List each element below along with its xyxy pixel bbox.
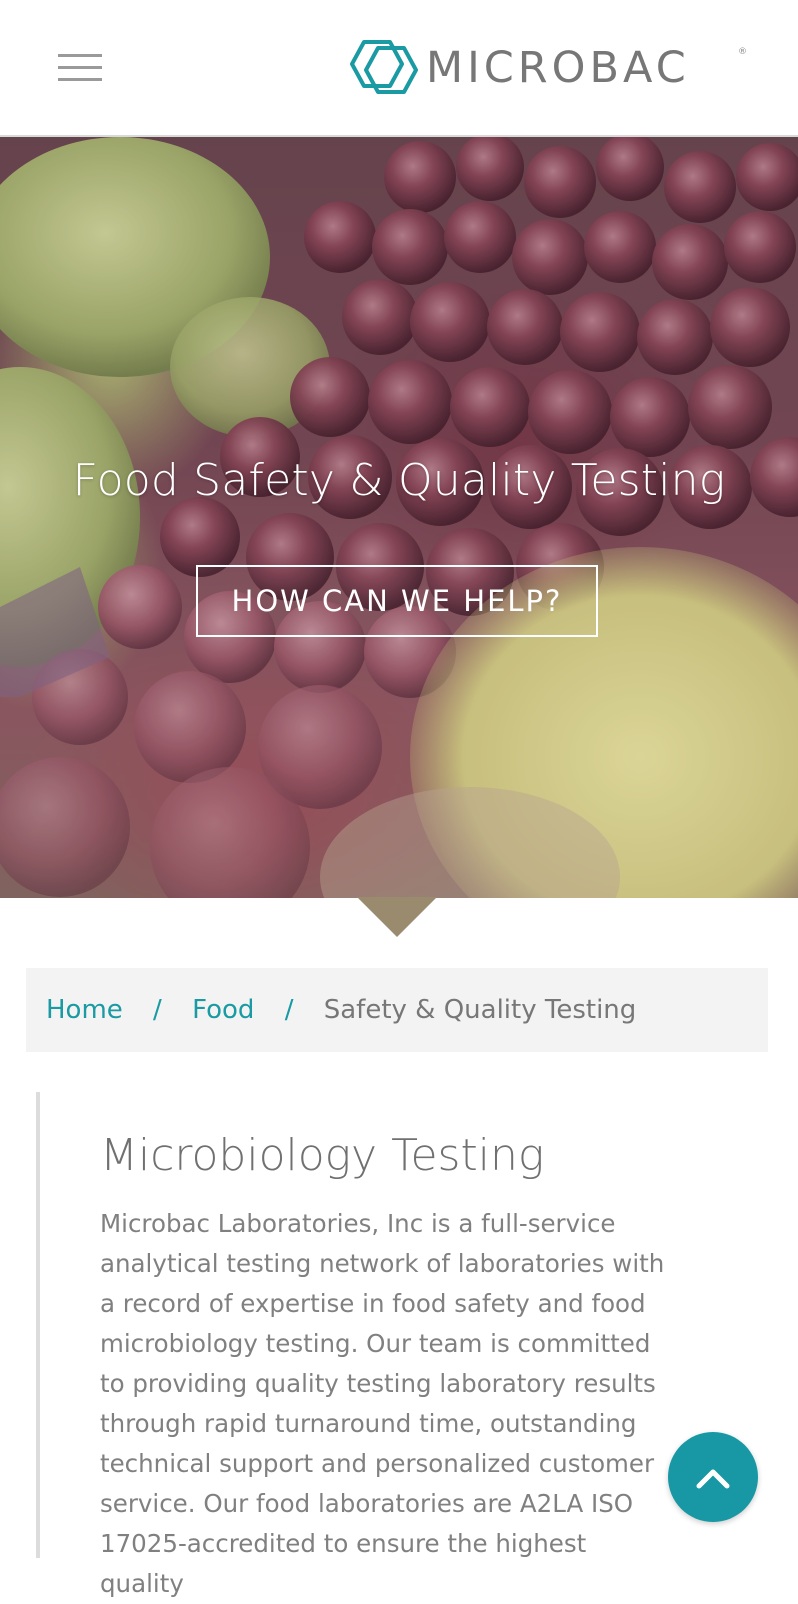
scroll-to-top-button[interactable] (668, 1432, 758, 1522)
breadcrumb-link-food[interactable]: Food (192, 995, 254, 1025)
hero-overlay (0, 137, 798, 898)
menu-bar (58, 54, 102, 57)
menu-bar (58, 66, 102, 69)
how-can-we-help-button[interactable]: HOW CAN WE HELP? (196, 565, 598, 637)
site-logo[interactable]: MICROBAC ® (346, 36, 750, 100)
logo-wordmark: MICROBAC (426, 43, 690, 93)
logo-hexagon-icon (350, 40, 418, 94)
chevron-up-icon (696, 1469, 730, 1489)
logo-registered-mark: ® (738, 47, 747, 57)
hero-banner: Food Safety & Quality Testing HOW CAN WE… (0, 137, 798, 898)
site-header: MICROBAC ® (0, 0, 798, 137)
section-title: Microbiology Testing (100, 1130, 545, 1181)
breadcrumb-link-home[interactable]: Home (46, 995, 123, 1025)
hero-title: Food Safety & Quality Testing (72, 455, 726, 506)
menu-bar (58, 78, 102, 81)
hero-pointer-arrow (357, 897, 437, 937)
breadcrumb-separator: / (153, 995, 162, 1025)
main-content: Microbiology Testing Microbac Laboratori… (36, 1092, 736, 1598)
hamburger-menu-icon[interactable] (58, 53, 102, 83)
breadcrumb-current: Safety & Quality Testing (323, 995, 637, 1025)
breadcrumb-separator: / (284, 995, 294, 1025)
section-body: Microbac Laboratories, Inc is a full-ser… (100, 1209, 665, 1598)
breadcrumb: Home / Food / Safety & Quality Testing (26, 968, 768, 1052)
